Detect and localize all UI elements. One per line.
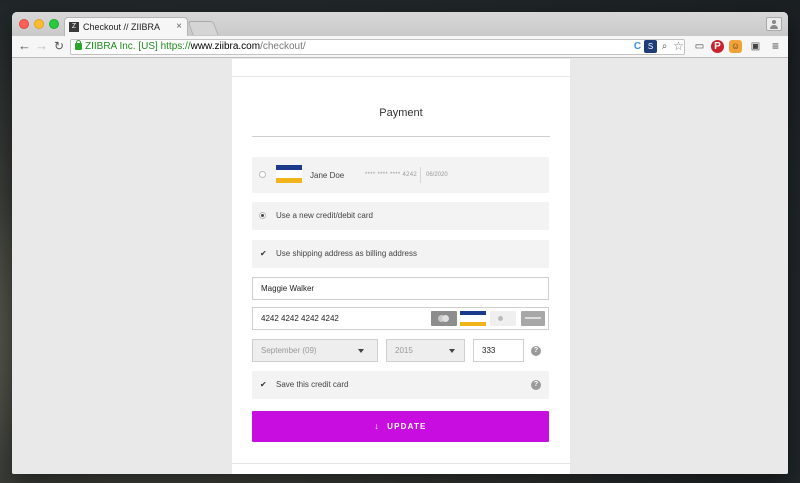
- address-bar[interactable]: ZIIBRA Inc. [US] https://www.ziibra.com/…: [70, 39, 685, 55]
- checkbox-checked-icon[interactable]: ✔: [260, 381, 267, 389]
- help-icon[interactable]: ?: [531, 346, 541, 356]
- menu-icon[interactable]: ≡: [769, 40, 782, 53]
- user-profile-icon[interactable]: [766, 17, 782, 31]
- cast-icon[interactable]: ▭: [693, 40, 706, 53]
- discover-icon: [490, 311, 516, 326]
- browser-toolbar: ← → ↻ ZIIBRA Inc. [US] https://www.ziibr…: [12, 36, 788, 58]
- page-title: Payment: [379, 107, 423, 119]
- saved-card-expiry: 06/2020: [426, 172, 448, 178]
- billing-address-option[interactable]: ✔ Use shipping address as billing addres…: [252, 240, 549, 268]
- visa-icon: [460, 311, 486, 326]
- page-viewport: Payment Jane Doe **** **** **** 4242 06/…: [12, 59, 788, 474]
- extension-icon[interactable]: C: [631, 40, 644, 53]
- url-path: /checkout/: [260, 41, 306, 52]
- chevron-down-icon: [358, 349, 364, 353]
- browser-tab[interactable]: Z Checkout // ZIIBRA ×: [64, 17, 188, 37]
- tab-close-icon[interactable]: ×: [176, 18, 182, 36]
- payment-card: Payment Jane Doe **** **** **** 4242 06/…: [232, 59, 570, 474]
- visa-card-icon: [276, 165, 302, 183]
- forward-arrow-icon[interactable]: →: [35, 39, 48, 53]
- favicon-icon: Z: [69, 22, 79, 32]
- ev-certificate-label: ZIIBRA Inc. [US]: [85, 41, 158, 52]
- saved-card-number: **** **** **** 4242: [365, 172, 418, 178]
- new-tab-button[interactable]: [187, 21, 219, 35]
- saved-card-option[interactable]: Jane Doe **** **** **** 4242 06/2020: [252, 157, 549, 193]
- expiry-month-select[interactable]: September (09): [252, 339, 378, 362]
- search-icon[interactable]: ⌕: [658, 40, 671, 53]
- cvv-field[interactable]: 333: [473, 339, 524, 362]
- minimize-window-button[interactable]: [34, 19, 44, 29]
- card-number-field[interactable]: 4242 4242 4242 4242: [252, 307, 549, 330]
- reload-icon[interactable]: ↻: [54, 39, 64, 53]
- save-card-label: Save this credit card: [276, 380, 349, 389]
- expiry-year-select[interactable]: 2015: [386, 339, 465, 362]
- screen-icon[interactable]: ▣: [749, 40, 762, 53]
- save-card-option[interactable]: ✔ Save this credit card ?: [252, 371, 549, 399]
- saved-card-name: Jane Doe: [310, 171, 345, 180]
- url-scheme: https://: [160, 41, 191, 52]
- cardholder-name-field[interactable]: Maggie Walker: [252, 277, 549, 300]
- tab-title: Checkout // ZIIBRA: [83, 22, 161, 32]
- billing-address-label: Use shipping address as billing address: [276, 249, 417, 258]
- monkey-extension-icon[interactable]: ☺: [729, 40, 742, 53]
- new-card-label: Use a new credit/debit card: [276, 211, 373, 220]
- pinterest-icon[interactable]: P: [711, 40, 724, 53]
- new-card-option[interactable]: Use a new credit/debit card: [252, 202, 549, 230]
- divider: [232, 463, 570, 464]
- help-icon[interactable]: ?: [531, 380, 541, 390]
- expiry-year-value: 2015: [395, 346, 413, 355]
- divider: [232, 76, 570, 77]
- expiry-month-value: September (09): [261, 346, 317, 355]
- maximize-window-button[interactable]: [49, 19, 59, 29]
- url-host: www.ziibra.com: [190, 41, 261, 52]
- chevron-down-icon: [449, 349, 455, 353]
- lock-icon: [75, 40, 82, 50]
- browser-window: Z Checkout // ZIIBRA × ← → ↻ ZIIBRA Inc.…: [12, 12, 788, 474]
- bookmark-star-icon[interactable]: ☆: [672, 40, 685, 53]
- saved-card-radio[interactable]: [259, 171, 266, 178]
- new-card-radio[interactable]: [259, 212, 266, 219]
- card-number-value: 4242 4242 4242 4242: [261, 314, 339, 323]
- back-arrow-icon[interactable]: ←: [18, 39, 31, 53]
- divider: [252, 136, 550, 137]
- arrow-down-icon: ↓: [374, 421, 381, 431]
- mastercard-icon: [431, 311, 457, 326]
- divider: [420, 167, 421, 183]
- checkbox-checked-icon[interactable]: ✔: [260, 250, 267, 258]
- update-button-label: UPDATE: [387, 422, 427, 431]
- extension-shield-icon[interactable]: S: [644, 40, 657, 53]
- close-window-button[interactable]: [19, 19, 29, 29]
- amex-icon: [521, 311, 545, 326]
- title-bar: Z Checkout // ZIIBRA ×: [12, 12, 788, 37]
- update-button[interactable]: ↓ UPDATE: [252, 411, 549, 442]
